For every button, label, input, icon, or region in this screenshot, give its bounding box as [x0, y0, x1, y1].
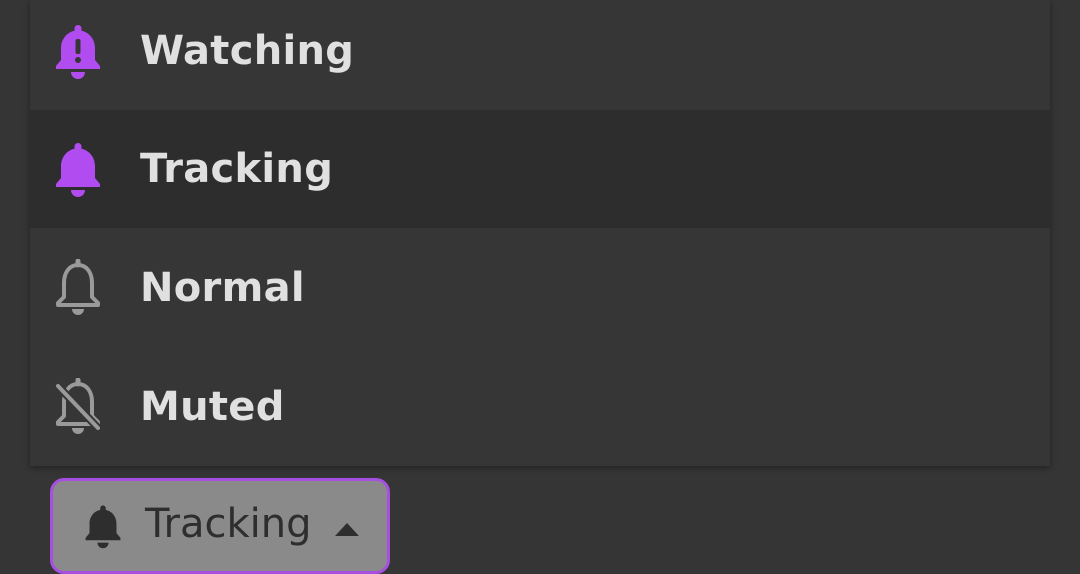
menu-item-label: Tracking [140, 146, 334, 192]
menu-item-label: Muted [140, 384, 285, 430]
bell-outline-icon [52, 259, 104, 317]
menu-item-normal[interactable]: Normal [30, 229, 1050, 347]
bell-slash-icon [52, 378, 104, 436]
notification-level-button[interactable]: Tracking [50, 478, 390, 574]
caret-up-icon [333, 521, 361, 537]
bell-exclamation-icon [52, 22, 104, 80]
menu-item-tracking[interactable]: Tracking [30, 110, 1050, 228]
menu-item-label: Normal [140, 265, 305, 311]
menu-item-muted[interactable]: Muted [30, 348, 1050, 466]
bell-filled-icon [81, 503, 125, 549]
menu-item-label: Watching [140, 28, 355, 74]
notification-level-menu: Watching Tracking Normal Muted [30, 0, 1050, 466]
menu-item-watching[interactable]: Watching [30, 0, 1050, 110]
bell-filled-icon [52, 140, 104, 198]
notification-level-label: Tracking [145, 501, 312, 547]
